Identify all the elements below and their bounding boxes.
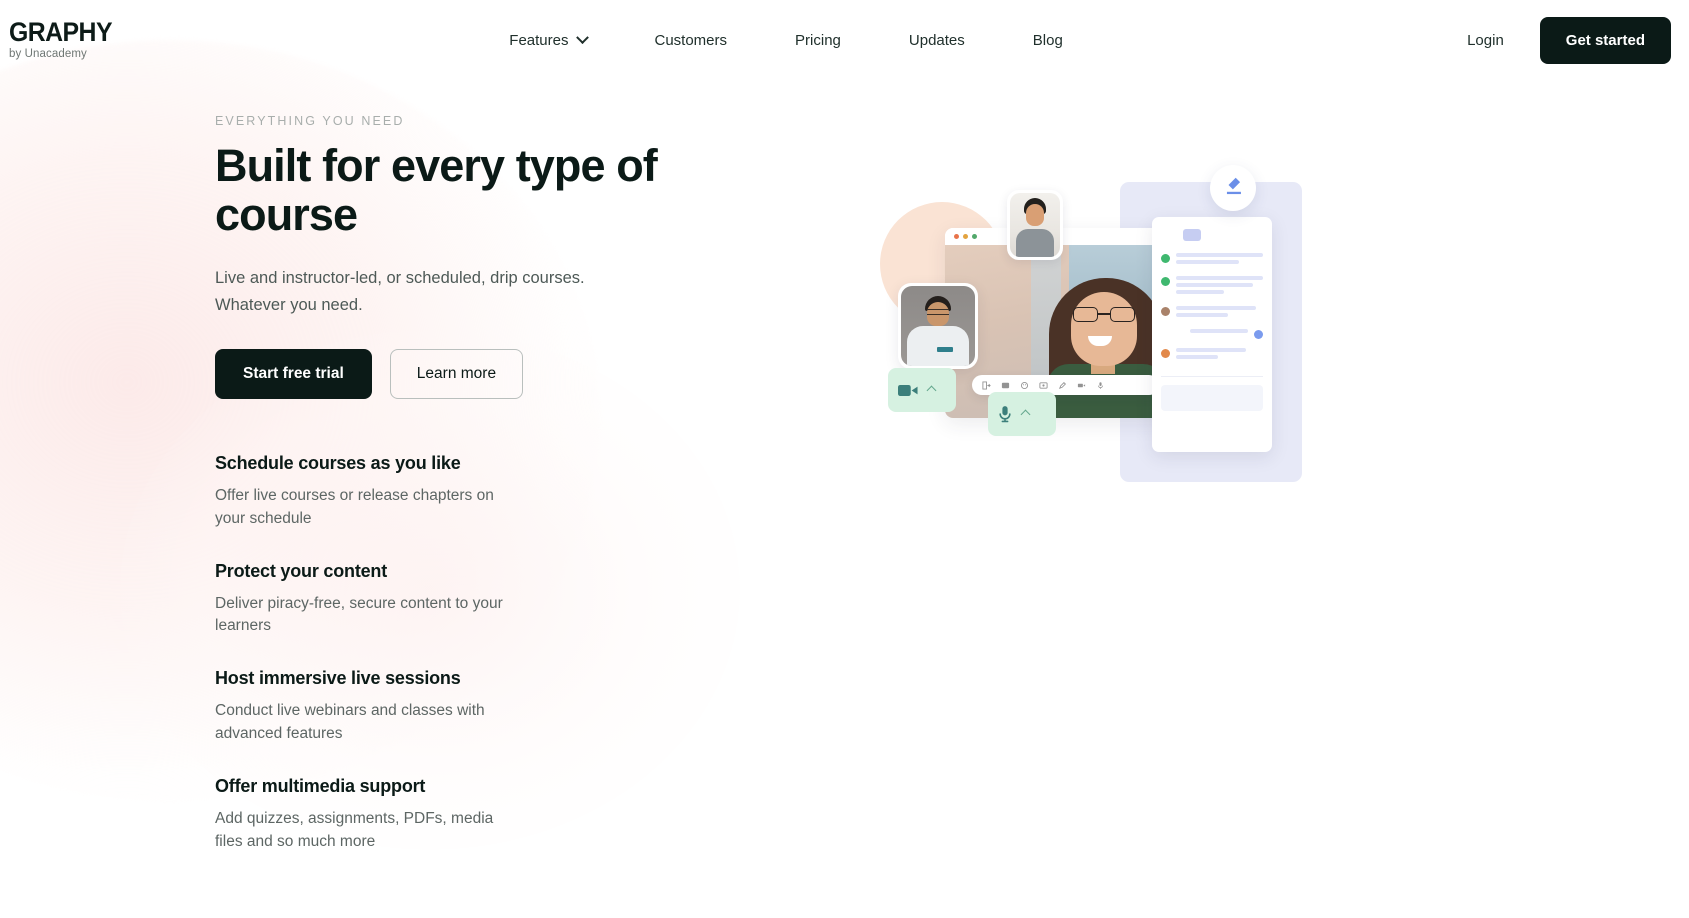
feature-title: Offer multimedia support (215, 776, 426, 797)
chat-message-lines (1176, 276, 1263, 297)
chat-message-lines (1176, 253, 1263, 267)
window-close-dot-icon (954, 234, 959, 239)
chat-message-row (1161, 348, 1263, 362)
camera-icon (898, 383, 918, 398)
window-maximize-dot-icon (972, 234, 977, 239)
participant-name-badge (937, 347, 953, 352)
main-navigation: Features Customers Pricing Updates Blog (129, 22, 1443, 59)
nav-item-pricing[interactable]: Pricing (761, 22, 875, 59)
chat-message-row-outgoing (1161, 329, 1263, 339)
chat-avatar (1161, 277, 1170, 286)
nav-item-blog[interactable]: Blog (999, 22, 1097, 59)
edit-badge[interactable] (1210, 165, 1256, 211)
emoji-icon[interactable] (1020, 381, 1029, 390)
chat-avatar (1161, 254, 1170, 263)
chat-message-lines (1190, 329, 1248, 336)
glasses-lens-right (1110, 307, 1135, 322)
feature-title: Schedule courses as you like (215, 452, 461, 473)
feature-title: Host immersive live sessions (215, 668, 461, 689)
hero-section: EVERYTHING YOU NEED Built for every type… (0, 80, 1689, 854)
layout-icon[interactable] (1001, 381, 1010, 389)
participant-thumbnail-video (1010, 193, 1060, 257)
present-icon[interactable] (982, 381, 991, 390)
chat-avatar-self (1254, 330, 1263, 339)
nav-item-features-label: Features (509, 31, 569, 49)
feature-item-multimedia-support[interactable]: Offer multimedia support Add quizzes, as… (215, 776, 545, 854)
nav-item-customers[interactable]: Customers (621, 22, 762, 59)
hero-eyebrow: EVERYTHING YOU NEED (215, 114, 405, 128)
feature-description: Deliver piracy-free, secure content to y… (215, 594, 503, 635)
hero-content: EVERYTHING YOU NEED Built for every type… (215, 80, 685, 854)
feature-item-live-sessions[interactable]: Host immersive live sessions Conduct liv… (215, 668, 545, 746)
chat-message-row (1161, 306, 1263, 320)
chat-panel (1152, 217, 1272, 452)
learn-more-button[interactable]: Learn more (389, 348, 524, 399)
feature-title: Protect your content (215, 560, 388, 581)
glasses-lens-left (1073, 307, 1098, 322)
feature-item-protect-content[interactable]: Protect your content Deliver piracy-free… (215, 561, 545, 639)
page-title: Built for every type of course (215, 140, 658, 240)
camera-icon[interactable] (1077, 381, 1086, 389)
glasses-bridge (1098, 313, 1110, 315)
chat-divider (1161, 376, 1263, 377)
pencil-icon (1223, 175, 1244, 201)
chat-message-lines (1176, 306, 1263, 320)
microphone-icon[interactable] (1096, 381, 1104, 389)
video-class-illustration (880, 160, 1320, 580)
nav-item-features[interactable]: Features (475, 22, 620, 59)
chat-message-lines (1176, 348, 1263, 362)
chevron-up-icon (1020, 409, 1031, 419)
header-actions: Login Get started (1443, 16, 1680, 64)
participant-face (1026, 204, 1044, 226)
feature-item-schedule-courses[interactable]: Schedule courses as you like Offer live … (215, 453, 545, 531)
feature-description: Offer live courses or release chapters o… (215, 486, 494, 527)
chevron-down-icon (575, 30, 589, 44)
hero-subtitle: Live and instructor-led, or scheduled, d… (215, 269, 585, 314)
hero-cta-group: Start free trial Learn more (215, 348, 685, 399)
speaker-face (1071, 292, 1137, 366)
chat-avatar (1161, 307, 1170, 316)
microphone-icon (998, 405, 1012, 423)
participant-body (907, 326, 969, 366)
microphone-toggle-control[interactable] (988, 392, 1056, 436)
pen-icon[interactable] (1058, 381, 1067, 389)
speaker-glasses (1072, 307, 1136, 322)
window-minimize-dot-icon (963, 234, 968, 239)
chevron-up-icon (926, 385, 937, 395)
camera-toggle-control[interactable] (888, 368, 956, 412)
brand-logo-wordmark: GRAPHY (9, 17, 113, 48)
participant-thumbnail-video (901, 286, 975, 366)
window-titlebar (945, 228, 1187, 245)
participant-thumbnail-top[interactable] (1007, 190, 1063, 260)
feature-list: Schedule courses as you like Offer live … (215, 453, 685, 855)
participant-body (1016, 229, 1054, 257)
nav-item-updates[interactable]: Updates (875, 22, 999, 59)
participant-glasses (927, 309, 949, 315)
start-free-trial-button[interactable]: Start free trial (215, 348, 372, 399)
chat-message-row (1161, 276, 1263, 297)
feature-description: Conduct live webinars and classes with a… (215, 702, 485, 743)
chat-avatar (1161, 349, 1170, 358)
chat-message-row (1161, 253, 1263, 267)
login-link[interactable]: Login (1443, 22, 1528, 59)
get-started-button[interactable]: Get started (1539, 16, 1671, 64)
hero-illustration-area (685, 80, 1689, 640)
chat-message-input[interactable] (1161, 385, 1263, 411)
site-header: GRAPHY by Unacademy Features Customers P… (0, 0, 1689, 80)
chat-panel-logo (1183, 229, 1201, 241)
feature-description: Add quizzes, assignments, PDFs, media fi… (215, 810, 494, 851)
participant-thumbnail-left[interactable] (898, 283, 978, 369)
screen-share-icon[interactable] (1039, 381, 1048, 389)
